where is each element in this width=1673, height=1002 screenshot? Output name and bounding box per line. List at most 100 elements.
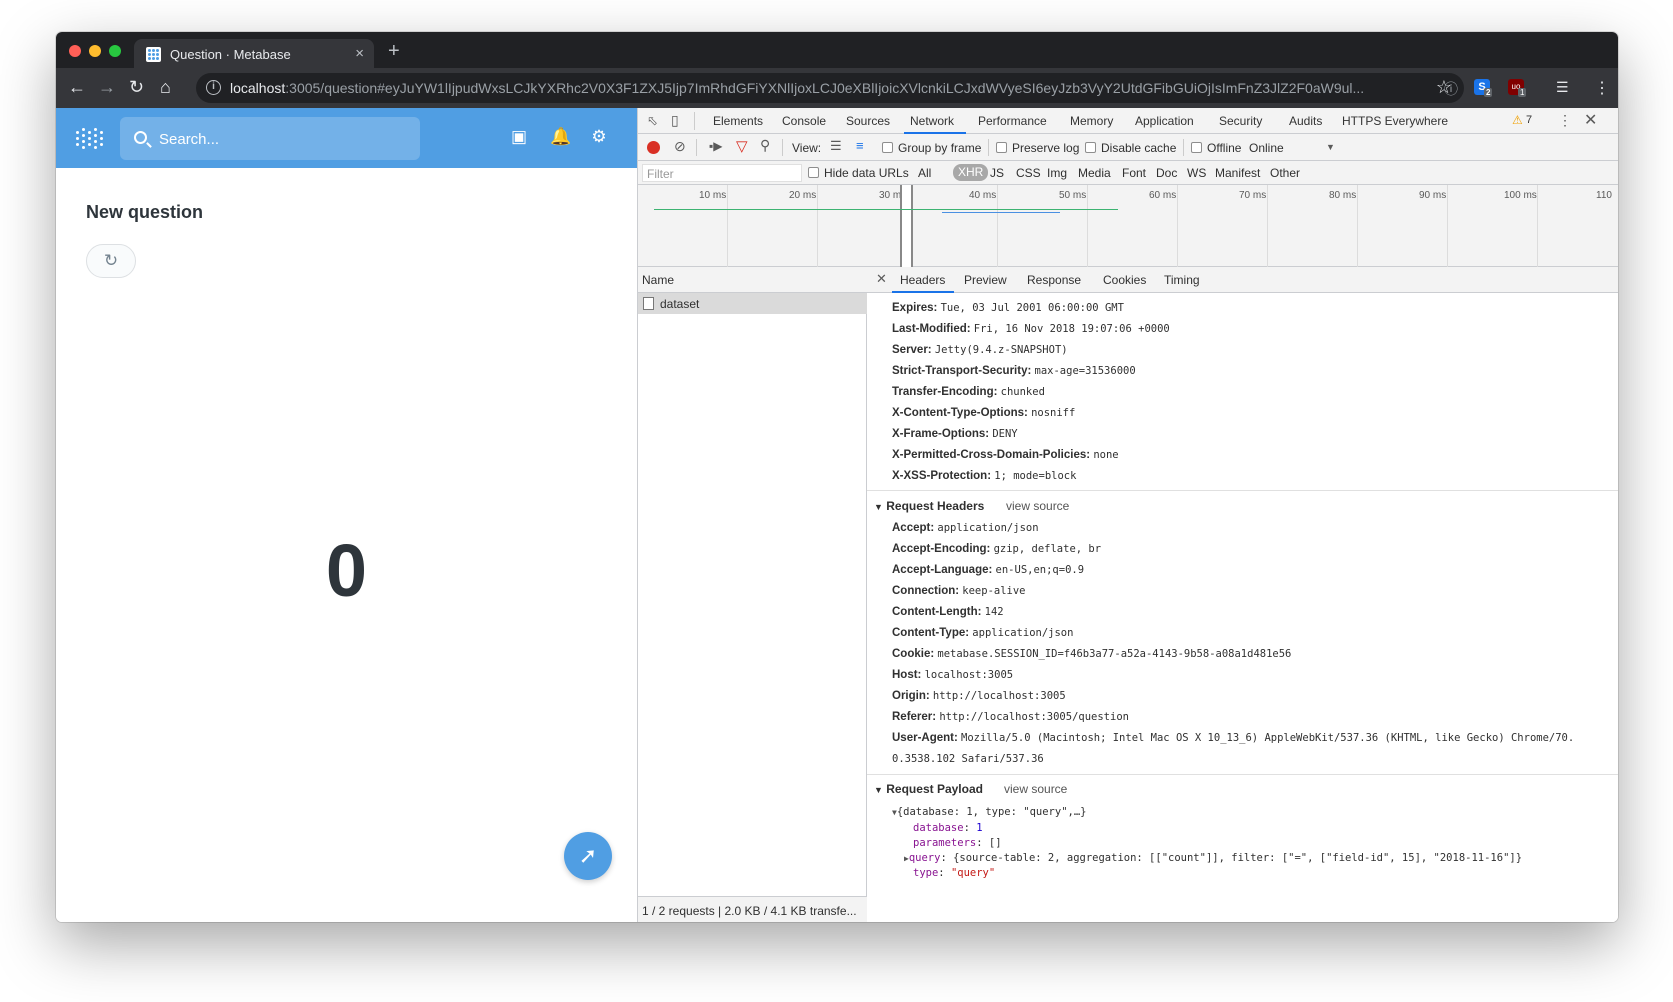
type-filter-xhr[interactable]: XHR	[953, 164, 989, 181]
scalar-value: 0	[325, 529, 368, 612]
tab-memory[interactable]: Memory	[1070, 114, 1113, 128]
tab-network[interactable]: Network	[910, 114, 954, 128]
payload-summary[interactable]: ▼{database: 1, type: "query",…}	[892, 806, 1086, 818]
tab-security[interactable]: Security	[1219, 114, 1262, 128]
view-source-link[interactable]: view source	[1004, 782, 1067, 796]
preserve-log-checkbox[interactable]	[996, 142, 1007, 153]
back-icon[interactable]: ←	[68, 77, 86, 98]
type-filter-other[interactable]: Other	[1270, 166, 1300, 180]
search-icon[interactable]: ⚲	[760, 137, 770, 154]
tab-console[interactable]: Console	[782, 114, 826, 128]
metabase-logo-icon[interactable]	[76, 128, 104, 150]
header-row: Cookie: metabase.SESSION_ID=f46b3a77-a52…	[892, 648, 1292, 660]
site-info-icon[interactable]: i	[206, 80, 221, 95]
device-toolbar-icon[interactable]: ▯	[671, 112, 679, 129]
header-row: X-Content-Type-Options: nosniff	[892, 407, 1076, 419]
triangle-down-icon: ▼	[874, 502, 883, 512]
throttle-select[interactable]: Online	[1249, 141, 1284, 155]
minimize-window-button[interactable]	[89, 45, 101, 57]
header-row: Strict-Transport-Security: max-age=31536…	[892, 365, 1136, 377]
tab-timing[interactable]: Timing	[1164, 273, 1200, 287]
waterfall-view-icon[interactable]: ≡	[856, 138, 864, 153]
request-payload-toggle[interactable]: ▼ Request Payload	[874, 782, 983, 796]
offline-checkbox[interactable]	[1191, 142, 1202, 153]
search-placeholder: Search...	[159, 131, 220, 148]
active-detail-tab-indicator	[892, 291, 954, 293]
tab-sources[interactable]: Sources	[846, 114, 890, 128]
collection-icon[interactable]: ▣	[510, 128, 528, 146]
group-by-frame-label: Group by frame	[898, 141, 982, 155]
type-filter-ws[interactable]: WS	[1187, 166, 1206, 180]
reload-icon[interactable]: ↻	[129, 77, 144, 98]
extension-info-icon[interactable]: ⓘ	[1444, 79, 1458, 99]
divider	[782, 139, 783, 156]
large-rows-icon[interactable]: ☰	[830, 138, 842, 154]
tab-headers[interactable]: Headers	[900, 273, 945, 287]
gear-icon[interactable]: ⚙	[590, 128, 608, 146]
new-tab-button[interactable]: +	[388, 40, 400, 63]
type-filter-all[interactable]: All	[918, 166, 931, 180]
clear-icon[interactable]: ⊘	[674, 138, 686, 155]
devtools-menu-icon[interactable]: ⋮	[1558, 112, 1572, 129]
tab-close-icon[interactable]: ×	[355, 45, 364, 62]
payload-type: type: "query"	[913, 867, 996, 879]
timeline-label: 90 ms	[1419, 190, 1447, 201]
filter-funnel-icon[interactable]: ▽	[736, 137, 748, 155]
browser-tab[interactable]: Question · Metabase ×	[134, 39, 374, 68]
request-headers-toggle[interactable]: ▼ Request Headers	[874, 499, 984, 513]
name-column-header[interactable]: Name	[638, 267, 867, 293]
filter-bar: Filter Hide data URLs All XHR JS CSS Img…	[638, 161, 1618, 185]
devtools-close-icon[interactable]: ✕	[1584, 110, 1597, 130]
filter-input[interactable]: Filter	[642, 164, 802, 182]
extension-s-icon[interactable]: S 2	[1474, 79, 1493, 97]
tab-response[interactable]: Response	[1027, 273, 1081, 287]
group-by-frame-checkbox[interactable]	[882, 142, 893, 153]
incognito-icon[interactable]: ☰	[1556, 79, 1569, 96]
type-filter-media[interactable]: Media	[1078, 166, 1111, 180]
refresh-button[interactable]: ↻	[86, 244, 136, 278]
ublock-icon[interactable]: uo 1	[1508, 79, 1527, 97]
tab-performance[interactable]: Performance	[978, 114, 1047, 128]
request-detail: ✕ Headers Preview Response Cookies Timin…	[867, 267, 1618, 922]
request-row[interactable]: dataset	[638, 293, 867, 314]
explore-compass-button[interactable]: ➚	[564, 832, 612, 880]
header-row: Last-Modified: Fri, 16 Nov 2018 19:07:06…	[892, 323, 1170, 335]
search-bar[interactable]: Search...	[120, 117, 420, 160]
address-bar[interactable]: i localhost:3005/question#eyJuYW1lIjpudW…	[196, 73, 1464, 103]
timeline-request-bar	[942, 212, 1060, 213]
zoom-window-button[interactable]	[109, 45, 121, 57]
payload-query[interactable]: ▶query: {source-table: 2, aggregation: […	[904, 852, 1522, 864]
tab-elements[interactable]: Elements	[713, 114, 763, 128]
close-detail-icon[interactable]: ✕	[876, 271, 887, 287]
throttle-dropdown-icon[interactable]: ▼	[1326, 142, 1335, 152]
type-filter-font[interactable]: Font	[1122, 166, 1146, 180]
record-icon[interactable]	[647, 141, 660, 154]
inspect-element-icon[interactable]: ⬁	[647, 113, 658, 129]
warning-icon[interactable]: ⚠	[1512, 113, 1523, 127]
screenshot-camera-icon[interactable]: ▪▶	[709, 139, 722, 153]
tab-https-everywhere[interactable]: HTTPS Everywhere	[1342, 114, 1448, 128]
chrome-menu-icon[interactable]: ⋮	[1594, 78, 1610, 98]
type-filter-doc[interactable]: Doc	[1156, 166, 1177, 180]
home-icon[interactable]: ⌂	[160, 77, 171, 98]
close-window-button[interactable]	[69, 45, 81, 57]
forward-icon[interactable]: →	[98, 77, 116, 98]
bell-icon[interactable]: 🔔	[550, 128, 571, 146]
type-filter-css[interactable]: CSS	[1016, 166, 1041, 180]
grid-line	[817, 185, 818, 267]
warning-count: 7	[1526, 114, 1533, 126]
timeline-selection[interactable]	[900, 185, 913, 267]
tab-application[interactable]: Application	[1135, 114, 1194, 128]
payload-parameters: parameters: []	[913, 837, 1002, 849]
detail-tabbar: ✕ Headers Preview Response Cookies Timin…	[867, 267, 1618, 293]
hide-data-urls-checkbox[interactable]	[808, 167, 819, 178]
tab-preview[interactable]: Preview	[964, 273, 1007, 287]
type-filter-js[interactable]: JS	[990, 166, 1004, 180]
header-row: Accept: application/json	[892, 522, 1039, 534]
type-filter-img[interactable]: Img	[1047, 166, 1067, 180]
disable-cache-checkbox[interactable]	[1085, 142, 1096, 153]
tab-cookies[interactable]: Cookies	[1103, 273, 1146, 287]
tab-audits[interactable]: Audits	[1289, 114, 1322, 128]
type-filter-manifest[interactable]: Manifest	[1215, 166, 1260, 180]
view-source-link[interactable]: view source	[1006, 499, 1069, 513]
